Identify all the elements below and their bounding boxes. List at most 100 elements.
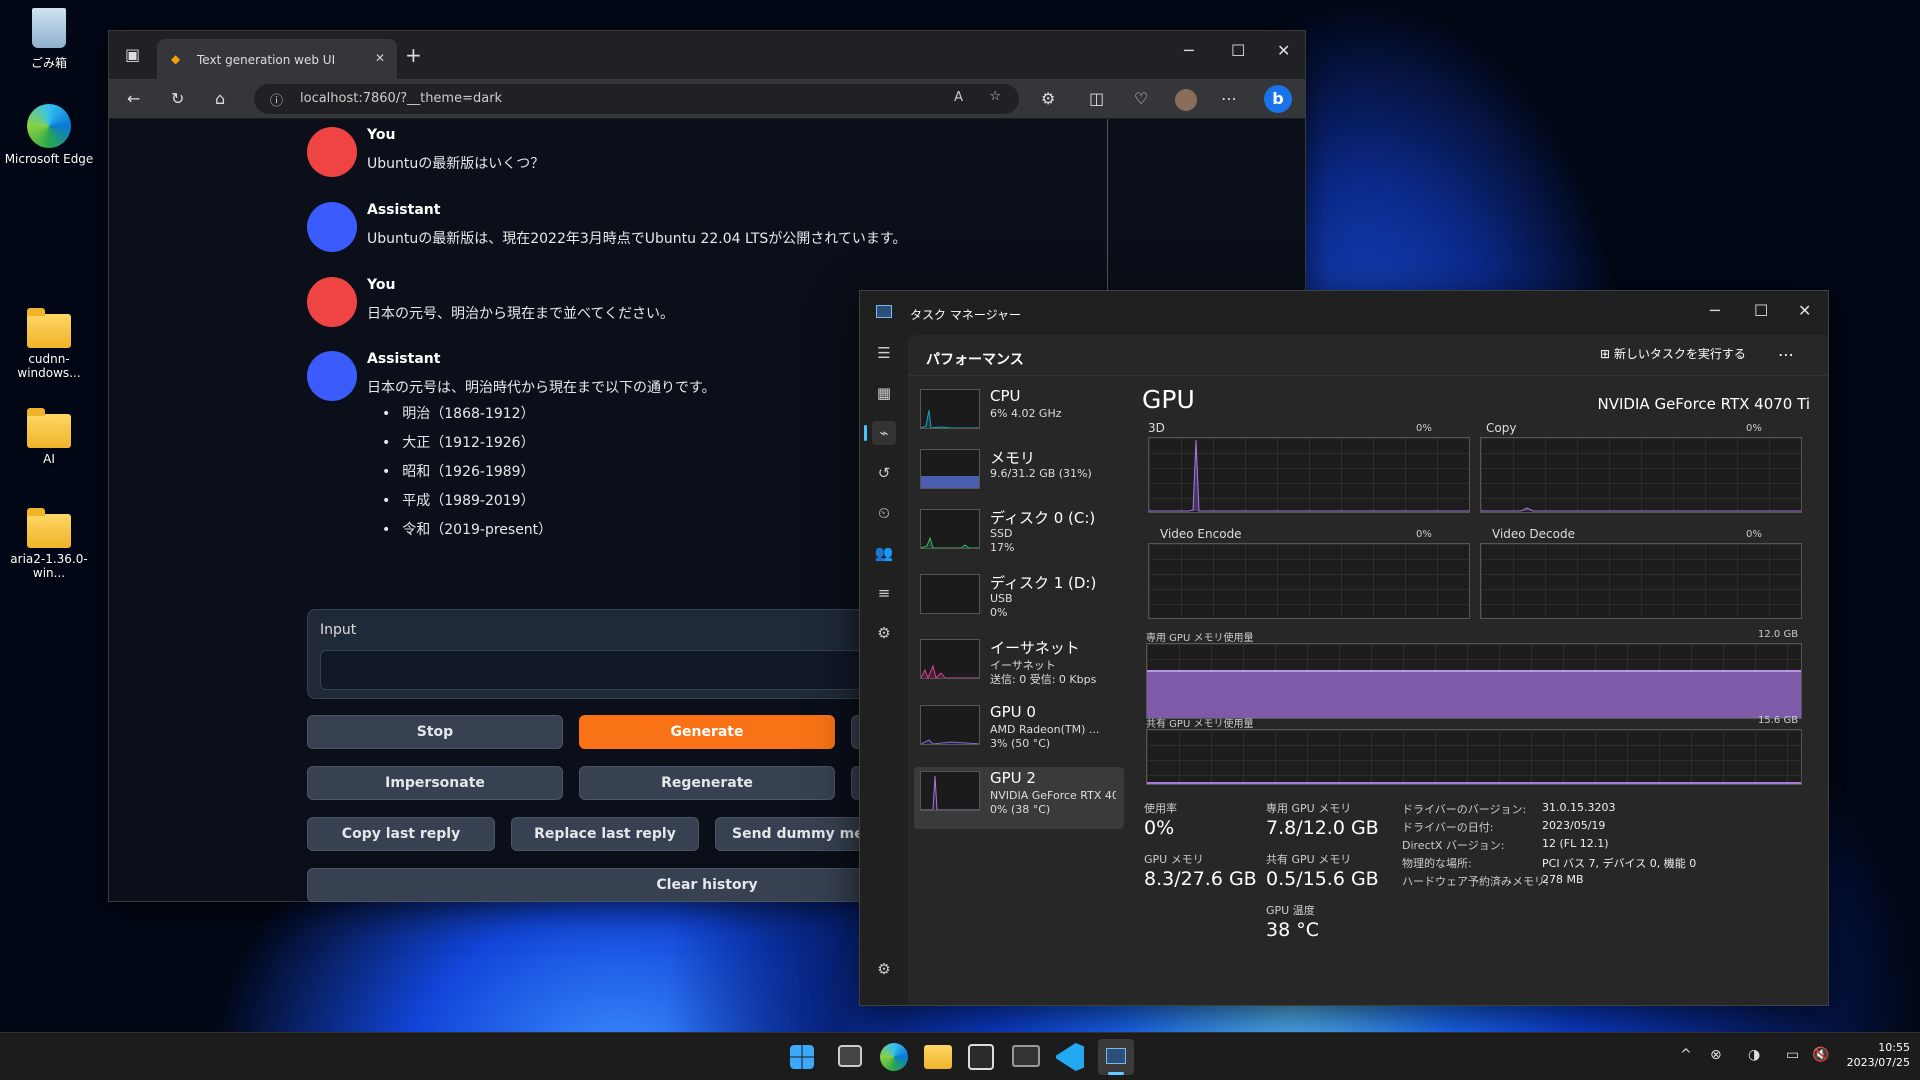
location-label: 物理的な場所: [1402,857,1472,870]
shared-memory-max: 15.6 GB [1758,715,1799,726]
desktop-icon-label: ごみ箱 [30,56,67,70]
resource-cpu[interactable]: CPU 6% 4.02 GHz [914,385,1124,447]
minimize-icon[interactable]: ─ [1710,301,1720,320]
tray-sync-icon[interactable]: ◑ [1748,1047,1760,1063]
message-text: 日本の元号は、明治時代から現在まで以下の通りです。 [367,380,716,396]
site-info-icon[interactable]: ⓘ [270,90,283,109]
users-icon[interactable]: 👥 [872,541,896,565]
list-item: 明治（1868-1912） [382,403,552,432]
url-input[interactable]: ⓘ localhost:7860/?__theme=dark A ☆ [254,84,1019,114]
user-avatar [307,127,357,177]
message-text: 日本の元号、明治から現在まで並べてください。 [367,306,675,322]
edge-icon [27,104,71,148]
maximize-icon[interactable]: ☐ [1754,301,1768,320]
services-icon[interactable]: ⚙ [872,621,896,645]
performance-icon[interactable]: ⌁ [872,421,896,445]
file-explorer-icon[interactable] [924,1045,952,1069]
start-icon[interactable] [790,1045,814,1069]
back-icon[interactable]: ← [127,89,140,108]
tab-bar: ▣ ◆ Text generation web UI ✕ + ─ ☐ ✕ [109,31,1305,79]
extensions-icon[interactable]: ⚙ [1041,89,1055,108]
menu-icon[interactable]: ☰ [872,341,896,365]
copy-last-reply-button[interactable]: Copy last reply [307,817,495,851]
graph-label-3d: 3D [1148,421,1165,435]
graph-copy [1480,437,1802,513]
tray-overflow-icon[interactable]: ^ [1680,1047,1692,1063]
refresh-icon[interactable]: ↻ [171,89,184,108]
replace-last-reply-button[interactable]: Replace last reply [511,817,699,851]
desktop-icon-label: aria2-1.36.0-win... [10,552,88,580]
new-tab-icon[interactable]: + [405,43,422,67]
resource-gpu-0[interactable]: GPU 0 AMD Radeon(TM) ... 3% (50 °C) [914,701,1124,763]
dedicated-label: 専用 GPU メモリ [1266,802,1352,815]
maximize-icon[interactable]: ☐ [1231,41,1245,60]
split-screen-icon[interactable]: ◫ [1089,89,1104,108]
resource-name: CPU [990,387,1021,405]
resource-ethernet[interactable]: イーサネット イーサネット 送信: 0 受信: 0 Kbps [914,635,1124,697]
task-manager-window: タスク マネージャー ─ ☐ ✕ ☰ ▦ ⌁ ↺ ⏲ 👥 ≡ ⚙ ⚙ パフォーマ… [859,290,1829,1006]
volume-muted-icon[interactable]: 🔇 [1812,1047,1829,1063]
tab-close-icon[interactable]: ✕ [375,51,385,65]
run-new-task-button[interactable]: ⊞ 新しいタスクを実行する [1600,345,1746,362]
resource-detail: NVIDIA GeForce RTX 407 [990,789,1116,802]
ethernet-thumb [920,639,980,679]
list-item: 大正（1912-1926） [382,432,552,461]
home-icon[interactable]: ⌂ [215,89,225,108]
desktop-icon-recycle-bin[interactable]: ごみ箱 [4,8,94,71]
vscode-icon[interactable] [1056,1043,1084,1071]
folder-shortcut-icon [27,408,71,448]
impersonate-button[interactable]: Impersonate [307,766,563,800]
bing-copilot-icon[interactable]: b [1264,85,1292,113]
resource-disk-1[interactable]: ディスク 1 (D:) USB 0% [914,570,1124,632]
startup-apps-icon[interactable]: ⏲ [872,501,896,525]
window-title: タスク マネージャー [910,308,1021,322]
more-options-icon[interactable]: ⋯ [1778,345,1794,364]
terminal-icon[interactable] [1012,1045,1040,1067]
url-text: localhost:7860/?__theme=dark [300,91,503,106]
app-history-icon[interactable]: ↺ [872,461,896,485]
settings-icon[interactable]: ⚙ [872,957,896,981]
message-author: Assistant [367,351,441,367]
message-author: You [367,277,396,293]
close-icon[interactable]: ✕ [1277,41,1290,60]
performance-page: パフォーマンス ⊞ 新しいタスクを実行する ⋯ CPU 6% 4.02 GHz … [908,335,1828,1005]
favorite-icon[interactable]: ☆ [989,89,1001,104]
clock[interactable]: 10:55 2023/07/25 [1842,1041,1910,1069]
details-icon[interactable]: ≡ [872,581,896,605]
generate-button[interactable]: Generate [579,715,835,749]
user-avatar [307,277,357,327]
desktop-icon-aria2[interactable]: aria2-1.36.0-win... [4,506,94,580]
tab-actions-icon[interactable]: ▣ [125,45,140,64]
read-aloud-icon[interactable]: A [954,90,963,105]
driver-date-label: ドライバーの日付: [1402,821,1494,834]
browser-tab[interactable]: ◆ Text generation web UI ✕ [157,39,397,79]
network-icon[interactable]: ▭ [1786,1047,1799,1063]
task-view-icon[interactable] [838,1045,862,1067]
dedicated-memory-fill [1147,669,1801,718]
task-manager-taskbar-icon[interactable] [1098,1039,1134,1075]
minimize-icon[interactable]: ─ [1184,41,1194,60]
tray-app-icon[interactable]: ⊗ [1710,1047,1722,1063]
input-label: Input [320,622,357,638]
processes-icon[interactable]: ▦ [872,381,896,405]
stop-button[interactable]: Stop [307,715,563,749]
desktop-icon-ai[interactable]: AI [4,406,94,466]
shared-memory-label: 共有 GPU メモリ使用量 [1146,719,1254,730]
close-icon[interactable]: ✕ [1798,301,1811,320]
resource-disk-0[interactable]: ディスク 0 (C:) SSD 17% [914,505,1124,567]
profile-avatar[interactable] [1175,89,1197,111]
regenerate-button[interactable]: Regenerate [579,766,835,800]
active-indicator [864,425,867,441]
desktop-icon-cudnn[interactable]: cudnn-windows... [4,306,94,380]
message-text: Ubuntuの最新版は、現在2022年3月時点でUbuntu 22.04 LTS… [367,231,907,247]
resource-gpu-2[interactable]: GPU 2 NVIDIA GeForce RTX 407 0% (38 °C) [914,767,1124,829]
resource-usage: 0% [990,606,1008,619]
title-bar: タスク マネージャー ─ ☐ ✕ [860,291,1828,335]
store-icon[interactable] [968,1044,994,1070]
desktop-icon-edge[interactable]: Microsoft Edge [4,104,94,166]
edge-taskbar-icon[interactable] [880,1043,908,1071]
assistant-avatar [307,351,357,401]
resource-memory[interactable]: メモリ 9.6/31.2 GB (31%) [914,445,1124,507]
browser-essentials-icon[interactable]: ♡ [1134,89,1148,108]
more-icon[interactable]: ⋯ [1221,89,1237,108]
